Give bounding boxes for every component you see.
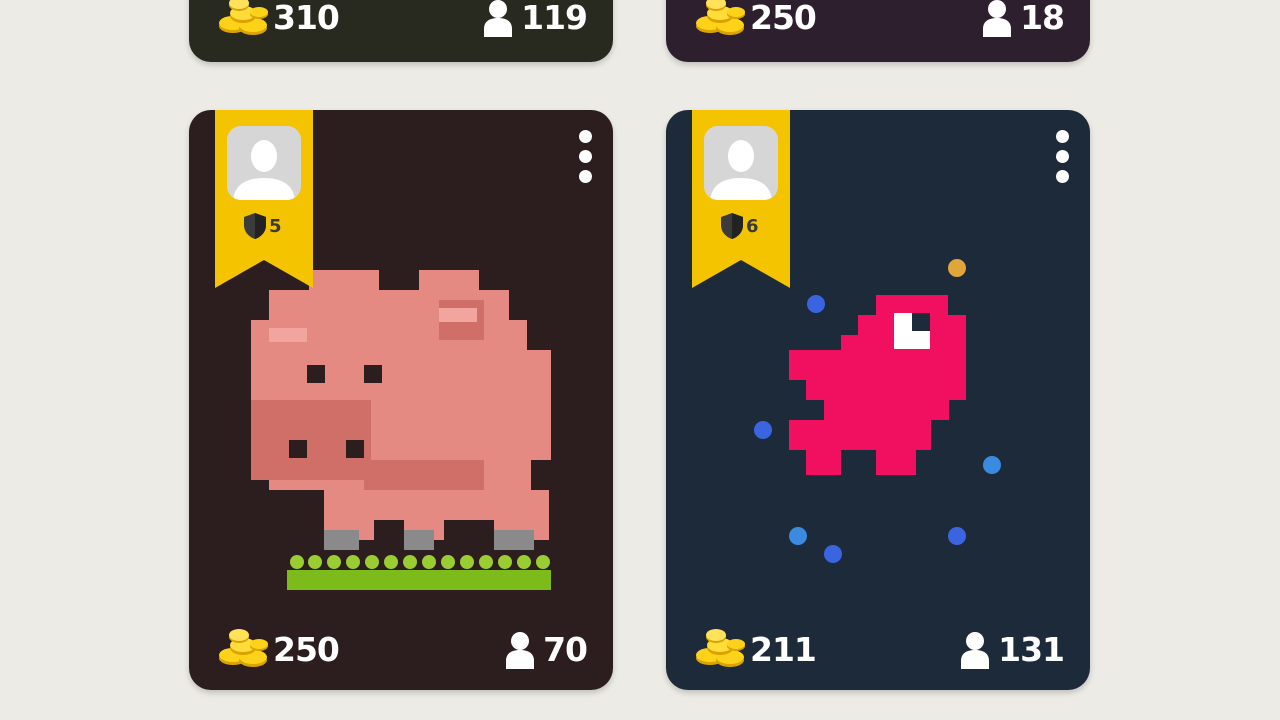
players-stat: 18 xyxy=(982,0,1065,37)
coins-value: 310 xyxy=(273,0,340,37)
avatar[interactable] xyxy=(227,126,301,200)
avatar-placeholder-icon xyxy=(227,126,301,200)
card-stats: 250 70 xyxy=(189,610,613,690)
players-value: 70 xyxy=(543,630,588,669)
coins-stat: 211 xyxy=(692,628,817,670)
avatar[interactable] xyxy=(704,126,778,200)
players-stat: 119 xyxy=(483,0,588,37)
shield-icon xyxy=(243,212,267,240)
level-badge: 5 xyxy=(243,212,282,240)
coins-value: 250 xyxy=(750,0,817,37)
level-badge: 6 xyxy=(720,212,759,240)
shield-icon xyxy=(720,212,744,240)
players-value: 119 xyxy=(521,0,588,37)
card-stats: 250 18 xyxy=(666,0,1090,62)
coins-stat: 310 xyxy=(215,0,340,38)
puzzle-card-top-right[interactable]: 250 18 xyxy=(666,0,1090,62)
coins-icon xyxy=(692,628,748,670)
person-icon xyxy=(505,631,535,669)
coins-icon xyxy=(215,0,271,38)
author-ribbon: 5 xyxy=(215,110,313,288)
level-value: 6 xyxy=(746,215,759,237)
person-icon xyxy=(960,631,990,669)
more-menu-icon[interactable] xyxy=(579,130,593,186)
more-menu-icon[interactable] xyxy=(1056,130,1070,186)
card-stats: 310 119 xyxy=(189,0,613,62)
level-value: 5 xyxy=(269,215,282,237)
coins-icon xyxy=(692,0,748,38)
coins-icon xyxy=(215,628,271,670)
coins-value: 211 xyxy=(750,629,817,669)
person-icon xyxy=(483,0,513,37)
players-stat: 70 xyxy=(505,630,588,669)
coins-value: 250 xyxy=(273,629,340,669)
person-icon xyxy=(982,0,1012,37)
author-ribbon: 6 xyxy=(692,110,790,288)
avatar-placeholder-icon xyxy=(704,126,778,200)
players-value: 18 xyxy=(1020,0,1065,37)
players-stat: 131 xyxy=(960,630,1065,669)
players-value: 131 xyxy=(998,630,1065,669)
card-stats: 211 131 xyxy=(666,610,1090,690)
coins-stat: 250 xyxy=(692,0,817,38)
coins-stat: 250 xyxy=(215,628,340,670)
puzzle-card-pig[interactable]: 5 250 70 xyxy=(189,110,613,690)
puzzle-card-top-left[interactable]: 310 119 xyxy=(189,0,613,62)
puzzle-card-bird[interactable]: 6 211 131 xyxy=(666,110,1090,690)
